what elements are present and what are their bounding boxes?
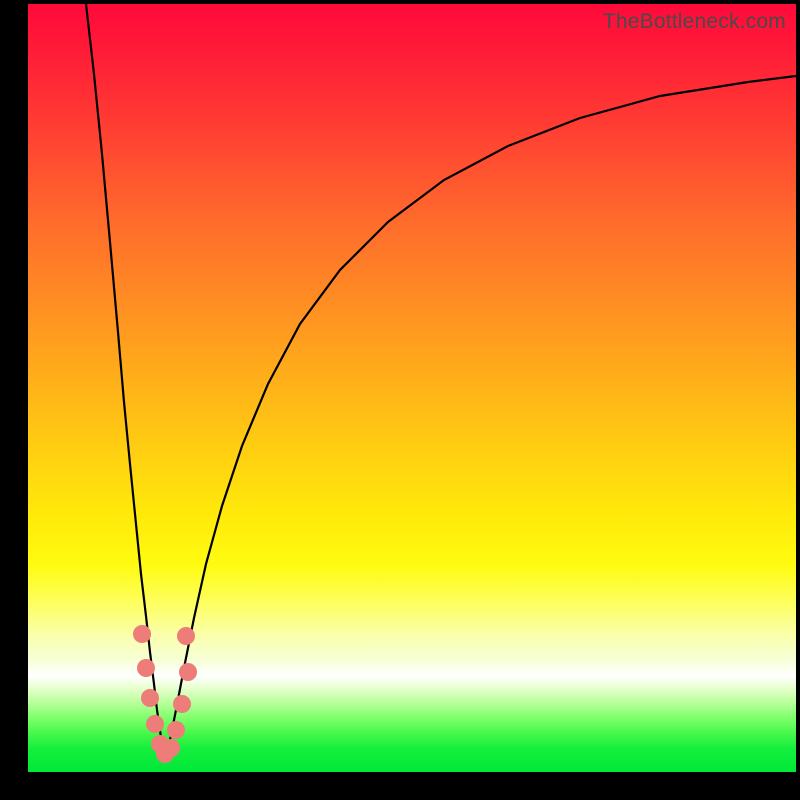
marker-dot	[173, 695, 191, 713]
plot-area: TheBottleneck.com	[28, 4, 796, 772]
curve-left-branch	[86, 4, 164, 756]
marker-dot	[162, 739, 180, 757]
chart-frame: TheBottleneck.com	[0, 0, 800, 800]
marker-dot	[177, 627, 195, 645]
marker-dot	[133, 625, 151, 643]
curve-right-branch	[166, 76, 796, 756]
marker-dot	[137, 659, 155, 677]
marker-dot	[141, 689, 159, 707]
marker-dot	[179, 663, 197, 681]
marker-dot	[146, 715, 164, 733]
curve-layer	[28, 4, 796, 772]
marker-dot	[167, 721, 185, 739]
